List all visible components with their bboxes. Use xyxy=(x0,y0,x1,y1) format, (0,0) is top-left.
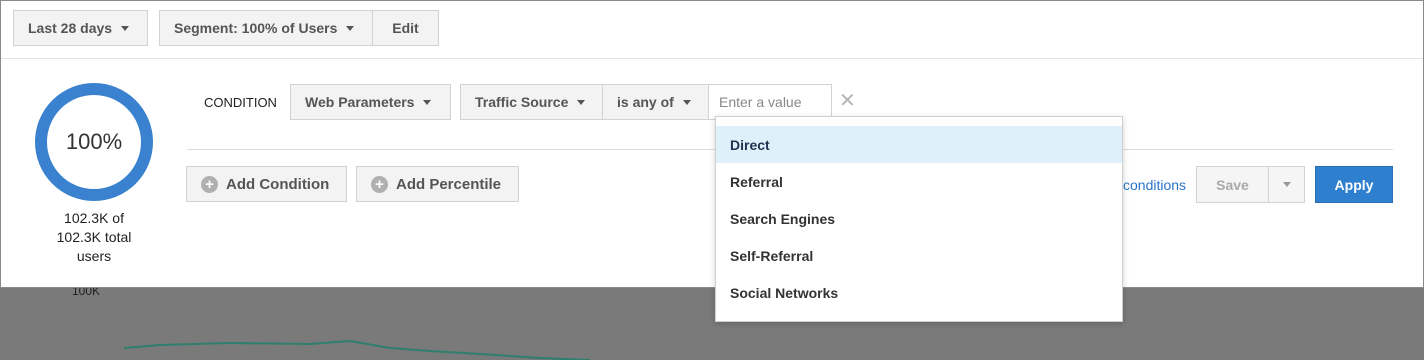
dropdown-option-self-referral[interactable]: Self-Referral xyxy=(716,237,1122,274)
chart-series-line xyxy=(123,339,591,360)
chevron-down-icon xyxy=(346,25,355,31)
add-percentile-label: Add Percentile xyxy=(396,175,502,193)
dropdown-option-referral[interactable]: Referral xyxy=(716,163,1122,200)
operator-dropdown[interactable]: is any of xyxy=(602,84,709,120)
condition-label: CONDITION xyxy=(204,95,277,110)
percent-value: 100% xyxy=(65,129,123,154)
users-line-2: 102.3K total xyxy=(56,229,132,245)
chevron-down-icon xyxy=(682,99,691,105)
users-summary: 102.3K of 102.3K total users xyxy=(31,209,157,266)
save-button[interactable]: Save xyxy=(1196,166,1269,203)
save-label: Save xyxy=(1216,176,1249,193)
date-range-label: Last 28 days xyxy=(28,20,113,36)
operator-label: is any of xyxy=(617,94,674,110)
dropdown-option-direct[interactable]: Direct xyxy=(716,126,1122,163)
conditions-link[interactable]: conditions xyxy=(1123,177,1186,193)
date-range-dropdown[interactable]: Last 28 days xyxy=(13,10,148,46)
segment-dropdown[interactable]: Segment: 100% of Users xyxy=(159,10,373,46)
value-input[interactable] xyxy=(708,84,832,120)
segment-label: Segment: 100% of Users xyxy=(174,20,338,36)
users-line-3: users xyxy=(76,248,112,264)
value-dropdown-menu: Direct Referral Search Engines Self-Refe… xyxy=(715,116,1123,322)
edit-button[interactable]: Edit xyxy=(372,10,439,46)
field-label: Traffic Source xyxy=(475,94,569,110)
chevron-down-icon xyxy=(423,99,432,105)
remove-condition-icon[interactable]: ✕ xyxy=(839,91,856,111)
category-dropdown[interactable]: Web Parameters xyxy=(290,84,451,120)
save-options-dropdown[interactable] xyxy=(1268,166,1305,203)
segment-editor-panel: Last 28 days Segment: 100% of Users Edit… xyxy=(0,0,1424,288)
edit-label: Edit xyxy=(392,20,419,36)
chevron-down-icon xyxy=(1282,182,1291,187)
toolbar: Last 28 days Segment: 100% of Users Edit xyxy=(1,1,1423,59)
category-label: Web Parameters xyxy=(305,94,415,110)
add-condition-label: Add Condition xyxy=(226,175,330,193)
plus-icon: + xyxy=(201,175,218,193)
plus-icon: + xyxy=(371,175,388,193)
field-dropdown[interactable]: Traffic Source xyxy=(460,84,603,120)
users-line-1: 102.3K of xyxy=(64,210,124,226)
apply-button[interactable]: Apply xyxy=(1315,166,1393,203)
background-line-chart xyxy=(123,339,591,360)
dropdown-option-search-engines[interactable]: Search Engines xyxy=(716,200,1122,237)
add-condition-button[interactable]: + Add Condition xyxy=(186,166,347,202)
add-percentile-button[interactable]: + Add Percentile xyxy=(356,166,519,202)
chevron-down-icon xyxy=(577,99,586,105)
dropdown-option-social-networks[interactable]: Social Networks xyxy=(716,274,1122,311)
chevron-down-icon xyxy=(121,25,130,31)
percent-donut: 100% xyxy=(35,83,153,201)
